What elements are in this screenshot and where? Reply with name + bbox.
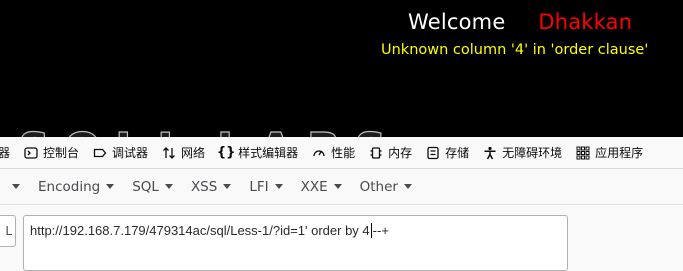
tab-performance[interactable]: 性能 [304,137,361,168]
url-textarea[interactable]: http://192.168.7.179/479314ac/sql/Less-1… [23,215,568,271]
devtools-tab-bar: 器 控制台 调试器 网络 {} 样式编辑器 性能 内存 [0,137,683,169]
page-content: SQLI LABS Welcome Dhakkan Unknown column… [0,0,683,137]
style-editor-icon: {} [216,145,236,160]
tab-inspector[interactable]: 器 [0,137,16,168]
url-text-before-cursor: http://192.168.7.179/479314ac/sql/Less-1… [30,223,370,238]
chevron-down-icon [223,184,232,189]
menu-encoding-label: Encoding [38,178,101,195]
tab-performance-label: 性能 [331,146,356,160]
tab-debugger[interactable]: 调试器 [85,137,154,168]
menu-sql-label: SQL [132,178,159,195]
tab-storage-label: 存储 [445,146,470,160]
sql-error-message: Unknown column '4' in 'order clause' [381,42,649,58]
hackbar-url-area: L http://192.168.7.179/479314ac/sql/Less… [0,205,683,271]
chevron-down-icon [333,184,342,189]
chevron-down-icon [12,184,20,189]
debugger-icon [93,146,107,160]
menu-other[interactable]: Other [351,169,421,204]
tab-console[interactable]: 控制台 [16,137,85,168]
tab-style-editor[interactable]: {} 样式编辑器 [211,137,304,168]
tab-memory-label: 内存 [388,146,413,160]
accessibility-icon [483,146,497,160]
menu-xxe-label: XXE [300,178,328,195]
storage-icon [426,146,440,160]
menu-overflow-dropdown[interactable] [0,169,29,204]
menu-xss-label: XSS [190,178,218,195]
tab-network[interactable]: 网络 [154,137,211,168]
menu-other-label: Other [359,178,398,195]
memory-icon [369,146,383,160]
tab-debugger-label: 调试器 [112,146,149,160]
tab-inspector-label: 器 [0,144,10,161]
tab-console-label: 控制台 [43,146,80,160]
menu-lfi-label: LFI [249,178,269,195]
chevron-down-icon [164,184,173,189]
menu-lfi[interactable]: LFI [240,169,291,204]
tab-application-label: 应用程序 [595,146,644,160]
tab-accessibility-label: 无障碍环境 [502,146,563,160]
menu-xss[interactable]: XSS [182,169,240,204]
background-logo-text: SQLI LABS [17,123,400,137]
load-url-button-label: L [5,224,12,238]
chevron-down-icon [106,184,115,189]
hackbar-menu-bar: Encoding SQL XSS LFI XXE Other [0,169,683,205]
menu-encoding[interactable]: Encoding [29,169,123,204]
console-icon [24,146,38,160]
performance-icon [312,146,326,160]
menu-xxe[interactable]: XXE [292,169,351,204]
tab-application[interactable]: 应用程序 [568,137,649,168]
tab-memory[interactable]: 内存 [361,137,418,168]
text-cursor [370,223,372,238]
welcome-text: Welcome [408,10,506,34]
load-url-button[interactable]: L [0,215,16,247]
chevron-down-icon [403,184,412,189]
tab-storage[interactable]: 存储 [418,137,475,168]
application-icon [576,146,590,160]
network-icon [162,146,176,160]
tab-network-label: 网络 [181,146,206,160]
tab-style-editor-label: 样式编辑器 [238,146,299,160]
tab-accessibility[interactable]: 无障碍环境 [475,137,568,168]
username-text: Dhakkan [538,10,633,34]
chevron-down-icon [274,184,283,189]
welcome-line: Welcome Dhakkan [408,10,632,34]
url-text-after-cursor: --+ [372,223,389,238]
menu-sql[interactable]: SQL [123,169,182,204]
